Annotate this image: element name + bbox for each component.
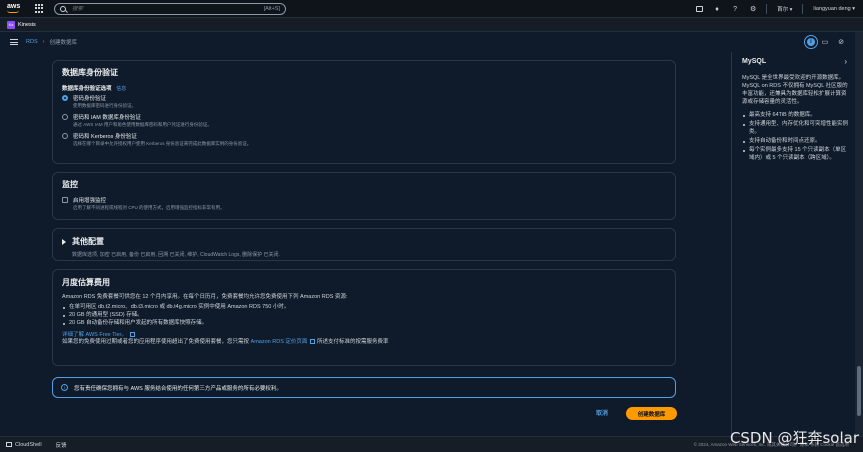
account-menu[interactable]: liangyuan deng ▾ (807, 6, 863, 12)
help-body: MySQL 是全世界最受欢迎的开源数据库。MySQL on RDS 不仅拥有 M… (742, 74, 850, 163)
breadcrumb-rds[interactable]: RDS (26, 39, 38, 45)
kinesis-icon[interactable]: Ks (7, 20, 15, 29)
auth-title: 数据库身份验证 (62, 68, 118, 77)
auth-option-title: 密码和 IAM 数据库身份验证 (73, 115, 141, 121)
auth-option-iam[interactable]: 密码和 IAM 数据库身份验证 通过 AWS IAM 用户和角色使用数据库密码和用… (62, 113, 666, 128)
monitoring-option-title: 启用增强监控 (73, 198, 107, 204)
region-selector[interactable]: 首尔 ▾ (771, 5, 798, 13)
info-alert: i 您有责任确保您拥有与 AWS 服务结合使用的任何第三方产品或服务的所有必要权… (52, 377, 676, 398)
search-shortcut: [Alt+S] (263, 5, 280, 12)
cloudshell-button[interactable]: CloudShell (6, 442, 42, 448)
auth-option-desc: 使用数据库密码进行身份验证。 (73, 103, 136, 108)
additional-config-panel: 其他配置 数据库选项, 加密 已启用, 备份 已启用, 回溯 已关闭, 维护, … (52, 228, 676, 261)
info-panel-icon[interactable]: i (805, 36, 817, 48)
region-label: 首尔 (777, 7, 789, 13)
list-item: 20 GB 的通用型 (SSD) 存储。 (62, 311, 666, 319)
chevron-down-icon: ▾ (852, 6, 855, 12)
rds-pricing-link[interactable]: Amazon RDS 定价页面 (251, 339, 308, 345)
list-item: 在单可用区 db.t2.micro、db.t3.micro 或 db.t4g.m… (62, 303, 666, 311)
aws-logo[interactable]: aws (7, 3, 25, 13)
user-name: liangyuan deng (813, 6, 851, 12)
aws-logo-text: aws (7, 3, 21, 10)
create-database-button[interactable]: 创建数据库 (626, 407, 677, 420)
breadcrumb-current: 创建数据库 (49, 40, 77, 46)
menu-icon[interactable] (10, 39, 18, 45)
help-icon[interactable]: ? (726, 0, 744, 18)
list-item: 最高支持 64TiB 的数据库。 (742, 111, 850, 119)
services-grid-icon[interactable] (35, 4, 44, 13)
top-navigation: aws [Alt+S] ♦ ? ⚙ 首尔 ▾ liangyuan deng ▾ (0, 0, 863, 18)
service-shortcut-kinesis[interactable]: Kinesis (18, 22, 36, 28)
external-link-icon (310, 339, 316, 344)
list-item: 每个实例最多支持 15 个只读副本（单区域内）或 5 个只读副本（跨区域）。 (742, 146, 850, 162)
info-icon: i (61, 384, 68, 391)
alert-text: 您有责任确保您拥有与 AWS 服务结合使用的任何第三方产品或服务的所有必要权利。 (74, 385, 282, 392)
auth-option-password[interactable]: 密码身份验证 使用数据库密码进行身份验证。 (62, 94, 666, 109)
auth-options-label: 数据库身份验证选项 (62, 86, 112, 92)
notifications-panel-icon[interactable]: ▭ (817, 34, 833, 50)
breadcrumb: RDS › 创建数据库 (26, 38, 77, 46)
cost-list: 在单可用区 db.t2.micro、db.t3.micro 或 db.t4g.m… (62, 303, 666, 327)
scrollbar-thumb[interactable] (857, 366, 861, 416)
help-panel: MySQL › MySQL 是全世界最受欢迎的开源数据库。MySQL on RD… (731, 52, 855, 436)
cost-panel: 月度估算费用 Amazon RDS 免费套餐可供您在 12 个月内享用。在每个日… (52, 269, 676, 366)
additional-config-toggle[interactable]: 其他配置 (62, 236, 666, 247)
cost-outro-prefix: 如果您的免费使用过期或者您的应用程序使用超出了免费使用套餐，您只需按 (62, 339, 250, 345)
external-link-icon (129, 332, 135, 337)
auth-option-desc: 通过 AWS IAM 用户和角色使用数据库密码和用户凭证进行身份验证。 (73, 122, 212, 127)
bell-icon[interactable]: ♦ (708, 0, 726, 18)
search-icon (60, 5, 66, 12)
chevron-right-icon[interactable]: › (844, 57, 847, 66)
monitoring-title: 监控 (62, 180, 78, 189)
terminal-icon (6, 442, 12, 447)
content-header: RDS › 创建数据库 i ▭ ⊘ (0, 32, 855, 52)
auth-option-title: 密码和 Kerberos 身份验证 (73, 134, 137, 140)
feedback-link[interactable]: 反馈 (56, 441, 67, 449)
help-title: MySQL (742, 58, 767, 65)
auth-option-title: 密码身份验证 (73, 96, 107, 102)
cloudshell-label: CloudShell (15, 441, 42, 448)
cost-outro-suffix: 所述支付标准的按需服务费率 (316, 339, 389, 345)
caret-right-icon (62, 238, 66, 245)
kinesis-badge-text: Ks (8, 22, 14, 27)
monitoring-panel: 监控 启用增强监控 启用了解不同进程或线程对 CPU 的使用方式，启用增强监控指标… (52, 172, 676, 220)
auth-option-desc: 选择在哪个目录中允许授权用户使用 Kerberos 身份验证来完成此数据库实例的… (73, 141, 252, 146)
page-scrollbar[interactable] (855, 32, 863, 436)
cloudshell-icon[interactable] (690, 0, 708, 18)
auth-option-kerberos[interactable]: 密码和 Kerberos 身份验证 选择在哪个目录中允许授权用户使用 Kerber… (62, 132, 666, 147)
help-list: 最高支持 64TiB 的数据库。 支持通用型、内存优化和可突增性能实例类。 支持… (742, 111, 850, 162)
additional-config-title: 其他配置 (72, 237, 104, 246)
list-item: 支持通用型、内存优化和可突增性能实例类。 (742, 120, 850, 136)
help-intro: MySQL 是全世界最受欢迎的开源数据库。MySQL on RDS 不仅拥有 M… (742, 75, 848, 105)
radio-icon[interactable] (62, 113, 68, 120)
cancel-button[interactable]: 取消 (596, 408, 608, 417)
list-item: 20 GB 自动备份存储和用户发起的所有数据库快照存储。 (62, 319, 666, 327)
cost-title: 月度估算费用 (62, 278, 110, 287)
global-search[interactable]: [Alt+S] (54, 2, 286, 15)
list-item: 支持自动备份和时间点还原。 (742, 137, 850, 145)
cost-outro: 如果您的免费使用过期或者您的应用程序使用超出了免费使用套餐，您只需按 Amazo… (62, 338, 666, 346)
service-bar: Ks Kinesis (0, 18, 863, 32)
chevron-down-icon: ▾ (789, 7, 793, 13)
additional-config-summary: 数据库选项, 加密 已启用, 备份 已启用, 回溯 已关闭, 维护, Cloud… (72, 252, 280, 258)
checkbox[interactable] (62, 196, 68, 203)
enhanced-monitoring-option[interactable]: 启用增强监控 启用了解不同进程或线程对 CPU 的使用方式，启用增强监控指标非常有… (62, 196, 666, 211)
auth-info-link[interactable]: 信息 (116, 86, 126, 92)
radio-icon[interactable] (62, 132, 68, 139)
auth-panel: 数据库身份验证 数据库身份验证选项 信息 密码身份验证 使用数据库密码进行身份验证… (52, 60, 676, 164)
gear-icon[interactable]: ⚙ (744, 0, 762, 18)
cost-intro: Amazon RDS 免费套餐可供您在 12 个月内享用。在每个日历月，免费套餐… (62, 294, 348, 300)
radio-selected-icon[interactable] (62, 94, 68, 101)
monitoring-option-desc: 启用了解不同进程或线程对 CPU 的使用方式，启用增强监控指标非常有用。 (73, 205, 225, 210)
settings-panel-icon[interactable]: ⊘ (833, 34, 849, 50)
search-input[interactable] (72, 5, 264, 12)
chevron-right-icon: › (42, 39, 45, 45)
watermark: CSDN @狂奔solar (729, 429, 859, 447)
